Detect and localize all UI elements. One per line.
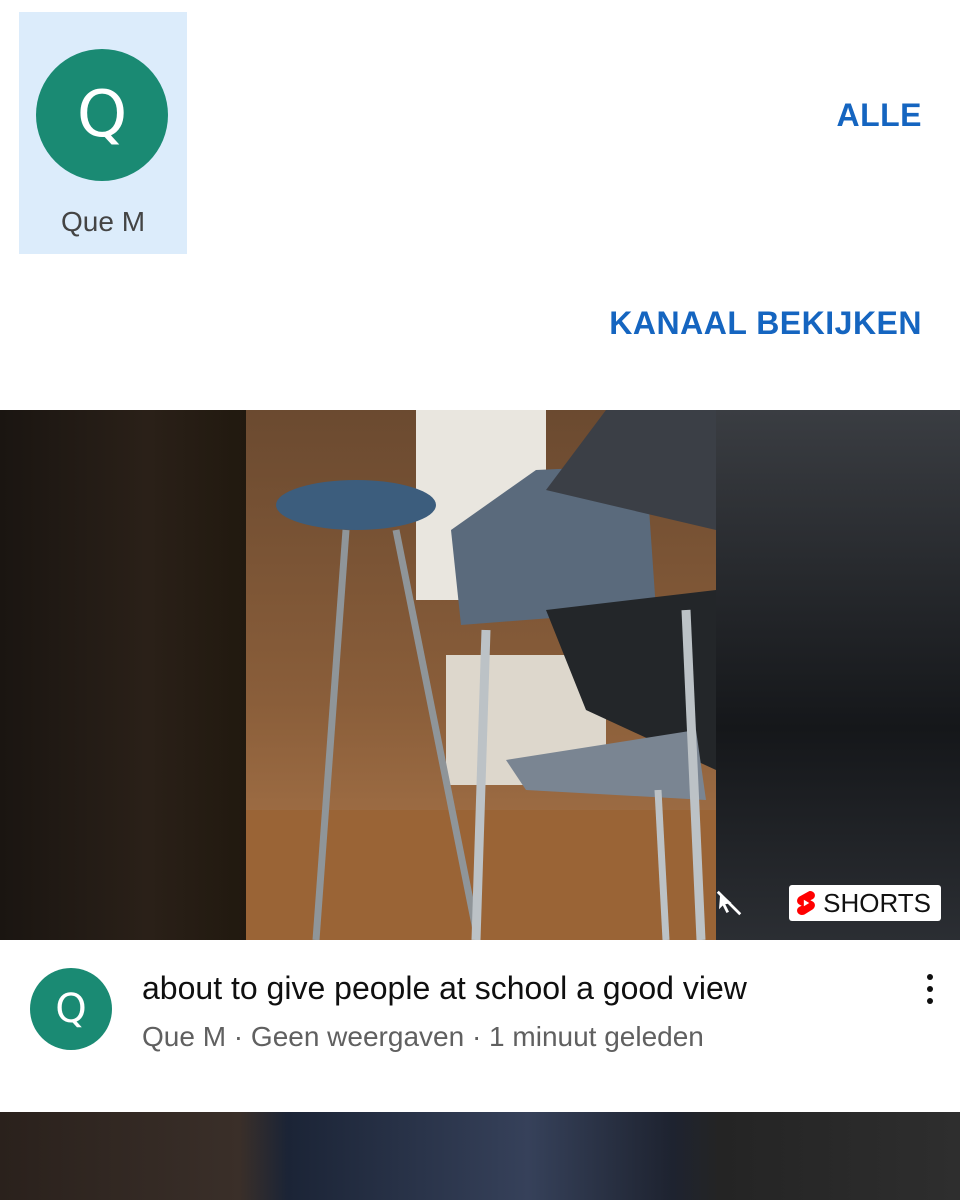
- shorts-logo-icon: [797, 891, 816, 915]
- channel-avatar: Q: [36, 49, 168, 181]
- thumbnail-center-panel: [246, 410, 716, 940]
- video-thumbnail[interactable]: SHORTS: [0, 410, 960, 940]
- thumbnail-left-panel: [0, 410, 246, 940]
- view-channel-link[interactable]: KANAAL BEKIJKEN: [609, 305, 922, 342]
- channel-name: Que M: [60, 206, 146, 237]
- more-vert-icon[interactable]: [920, 972, 940, 1006]
- video-title[interactable]: about to give people at school a good vi…: [142, 970, 747, 1007]
- channel-chip-que-m[interactable]: Q Que M: [19, 12, 187, 254]
- shorts-badge-label: SHORTS: [823, 887, 931, 918]
- shorts-badge: SHORTS: [789, 885, 941, 921]
- mute-icon[interactable]: [714, 888, 744, 918]
- video-meta: Que M · Geen weergaven · 1 minuut gelede…: [142, 1021, 704, 1052]
- thumbnail-right-panel: [716, 410, 960, 940]
- all-link[interactable]: ALLE: [836, 97, 922, 134]
- next-video-thumbnail[interactable]: [0, 1112, 960, 1200]
- chair-illustration: [246, 410, 716, 940]
- video-channel-avatar[interactable]: Q: [30, 968, 112, 1050]
